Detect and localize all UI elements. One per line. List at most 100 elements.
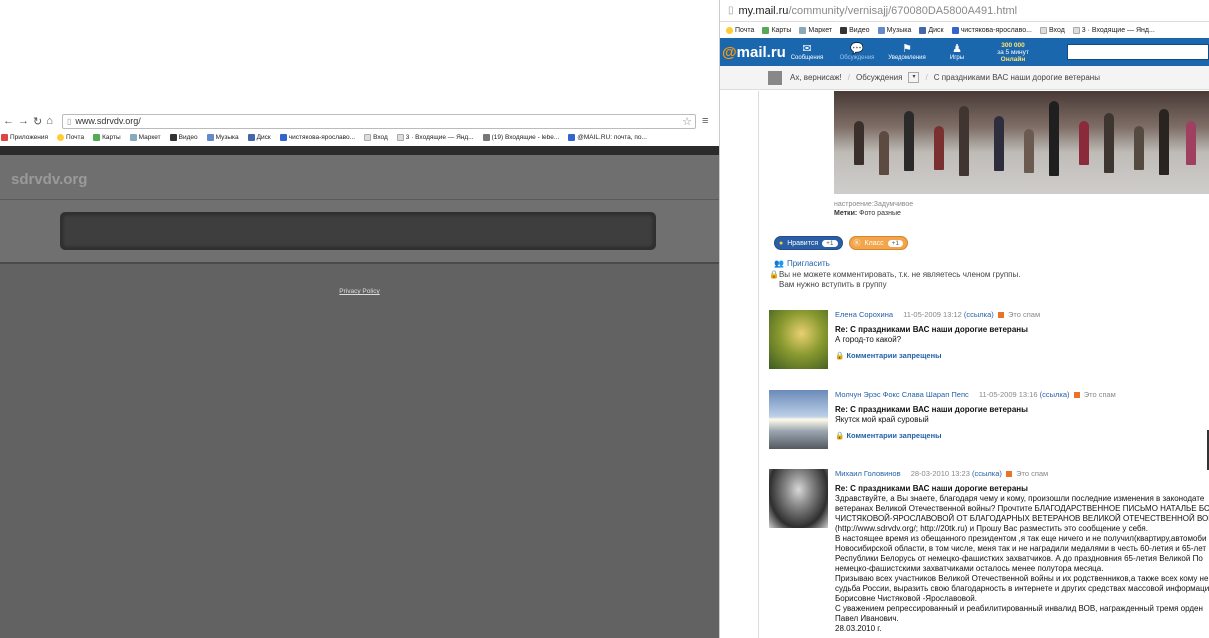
disk-icon bbox=[247, 133, 255, 141]
comment-meta: Молчун Эрэс Фокс Слава Шарап Пепс 11-05-… bbox=[835, 390, 1209, 400]
bookmark-item[interactable]: чистякова-ярославо... bbox=[951, 26, 1032, 34]
video-icon bbox=[169, 133, 177, 141]
bookmark-item[interactable]: Видео bbox=[840, 26, 870, 34]
lock-icon: 🔒 bbox=[835, 431, 845, 440]
search-icon bbox=[279, 133, 287, 141]
left-url-field[interactable]: ▯ www.sdrvdv.org/ ☆ bbox=[62, 113, 696, 129]
bookmark-item[interactable]: Вход bbox=[364, 133, 388, 141]
comment-author[interactable]: Елена Сорохина bbox=[835, 310, 893, 319]
right-url-field[interactable]: ▯ my.mail.ru/community/vernisajj/670080D… bbox=[720, 0, 1209, 22]
group-avatar[interactable] bbox=[768, 70, 782, 85]
bookmark-item[interactable]: Почта bbox=[726, 26, 754, 34]
comment-author[interactable]: Молчун Эрэс Фокс Слава Шарап Пепс bbox=[835, 390, 969, 399]
breadcrumb-discussions[interactable]: Обсуждения bbox=[856, 73, 903, 82]
bookmark-item[interactable]: Музыка bbox=[206, 133, 239, 141]
mailru-logo[interactable]: @mail.ru bbox=[720, 44, 786, 61]
bookmark-item[interactable]: (19) Входящие - lebe... bbox=[482, 133, 559, 141]
bookmark-item[interactable]: @MAIL.RU: почта, по... bbox=[568, 133, 647, 141]
music-icon bbox=[206, 133, 214, 141]
bookmark-item[interactable]: Карты bbox=[762, 26, 791, 34]
comment-author[interactable]: Михаил Головинов bbox=[835, 469, 901, 478]
messages-button[interactable]: ✉ 10 Сообщения bbox=[782, 43, 832, 62]
breadcrumb-topic: С праздниками ВАС наши дорогие ветераны bbox=[933, 73, 1100, 82]
bookmark-item[interactable]: Карты bbox=[93, 133, 121, 141]
comment-text: Якутск мой край суровый bbox=[835, 415, 929, 424]
bookmark-item[interactable]: Музыка bbox=[877, 26, 911, 34]
comment-date: 11-05-2009 13:12 bbox=[903, 310, 962, 319]
apps-icon bbox=[1, 133, 8, 141]
bookmark-item[interactable]: чистякова-ярославо... bbox=[279, 133, 355, 141]
back-arrow-icon[interactable]: ← bbox=[3, 115, 14, 127]
page-icon bbox=[1072, 26, 1080, 34]
comment-title: Re: С праздниками ВАС наши дорогие ветер… bbox=[835, 484, 1028, 493]
games-button[interactable]: ♟ 1 Игры bbox=[932, 43, 982, 62]
bookmark-item[interactable]: Видео bbox=[169, 133, 198, 141]
menu-icon[interactable]: ≡ bbox=[702, 115, 708, 127]
privacy-policy-link[interactable]: Privacy Policy bbox=[0, 288, 719, 295]
bookmark-item[interactable]: Приложения bbox=[1, 133, 48, 141]
page-icon bbox=[396, 133, 404, 141]
mailbox-icon bbox=[482, 133, 490, 141]
comments-closed: 🔒 Комментарии запрещены bbox=[835, 351, 942, 360]
url-domain: my.mail.ru bbox=[738, 4, 789, 17]
breadcrumb-group[interactable]: Ах, вернисаж! bbox=[790, 73, 842, 82]
speech-bubble-icon: 💬 bbox=[850, 42, 864, 55]
lock-icon: 🔒 bbox=[835, 351, 845, 360]
notification-icon: ⚑ bbox=[902, 42, 912, 55]
comment-link[interactable]: (ссылка) bbox=[972, 469, 1002, 478]
spam-icon bbox=[1005, 471, 1012, 478]
site-name[interactable]: sdrvdv.org bbox=[11, 171, 87, 188]
maps-icon bbox=[93, 133, 101, 141]
like-button[interactable]: ● Нравится +1 bbox=[774, 236, 843, 250]
left-nav-buttons: ← → ↻ ⌂ bbox=[0, 115, 62, 128]
search-box[interactable] bbox=[60, 212, 656, 250]
bookmark-item[interactable]: Вход bbox=[1039, 26, 1065, 34]
mail-icon bbox=[57, 133, 65, 141]
comment-date: 28-03-2010 13:23 bbox=[910, 469, 970, 478]
mailru-icon bbox=[568, 133, 576, 141]
reload-icon[interactable]: ↻ bbox=[33, 115, 42, 128]
invite-link[interactable]: 👥 Пригласить bbox=[774, 259, 830, 268]
forward-arrow-icon[interactable]: → bbox=[18, 115, 29, 127]
bookmark-item[interactable]: Маркет bbox=[129, 133, 161, 141]
discussions-button[interactable]: 💬 Обсуждения bbox=[832, 43, 882, 62]
notifications-button[interactable]: ⚑ 1 Уведомления bbox=[882, 43, 932, 62]
bookmark-star-icon[interactable]: ☆ bbox=[682, 115, 692, 128]
no-comment-notice: 🔒Вы не можете комментировать, т.к. не яв… bbox=[769, 270, 1021, 289]
comment-text: А город-то какой? bbox=[835, 335, 902, 344]
market-icon bbox=[799, 26, 807, 34]
bookmark-item[interactable]: 3 · Входящие — Янд... bbox=[396, 133, 474, 141]
avatar[interactable] bbox=[769, 390, 828, 449]
chevron-down-icon[interactable]: ▾ bbox=[908, 72, 920, 83]
people-icon: 👥 bbox=[774, 259, 784, 268]
search-icon bbox=[951, 26, 959, 34]
bookmark-item[interactable]: Диск bbox=[919, 26, 944, 34]
crowd-photo[interactable] bbox=[834, 91, 1209, 194]
bookmark-item[interactable]: Почта bbox=[57, 133, 84, 141]
envelope-icon: ✉ bbox=[802, 42, 812, 55]
promo-banner[interactable]: 300 000 за 5 минут Онлайн bbox=[982, 42, 1044, 63]
breadcrumb-separator: / bbox=[925, 73, 928, 82]
home-icon[interactable]: ⌂ bbox=[46, 115, 53, 127]
music-icon bbox=[877, 26, 885, 34]
bookmark-item[interactable]: 3 · Входящие — Янд... bbox=[1072, 26, 1155, 34]
right-bookmarks-bar: Почта Карты Маркет Видео Музыка Диск чис… bbox=[720, 22, 1209, 38]
avatar[interactable] bbox=[769, 310, 828, 369]
header-search-input[interactable] bbox=[1067, 44, 1209, 60]
avatar[interactable] bbox=[769, 469, 828, 528]
post-mood: настроение:Задумчивое bbox=[834, 201, 914, 208]
bookmark-item[interactable]: Маркет bbox=[799, 26, 832, 34]
comment-date: 11-05-2009 13:16 bbox=[978, 390, 1038, 399]
class-button[interactable]: Ⓚ Класс +1 bbox=[848, 236, 909, 250]
odnoklassniki-icon: Ⓚ bbox=[853, 240, 861, 247]
comment-link[interactable]: (ссылка) bbox=[964, 310, 994, 319]
spam-link[interactable]: Это спам bbox=[1016, 469, 1048, 478]
bookmark-item[interactable]: Диск bbox=[247, 133, 271, 141]
spam-link[interactable]: Это спам bbox=[1008, 310, 1040, 319]
left-browser-window: ← → ↻ ⌂ ▯ www.sdrvdv.org/ ☆ ≡ Приложения… bbox=[0, 0, 719, 638]
mailru-header: @mail.ru ✉ 10 Сообщения 💬 Обсуждения ⚑ 1… bbox=[720, 38, 1209, 66]
breadcrumb-separator: / bbox=[847, 73, 850, 82]
spam-link[interactable]: Это спам bbox=[1084, 390, 1116, 399]
left-address-row: ← → ↻ ⌂ ▯ www.sdrvdv.org/ ☆ ≡ bbox=[0, 112, 719, 130]
comment-link[interactable]: (ссылка) bbox=[1040, 390, 1070, 399]
